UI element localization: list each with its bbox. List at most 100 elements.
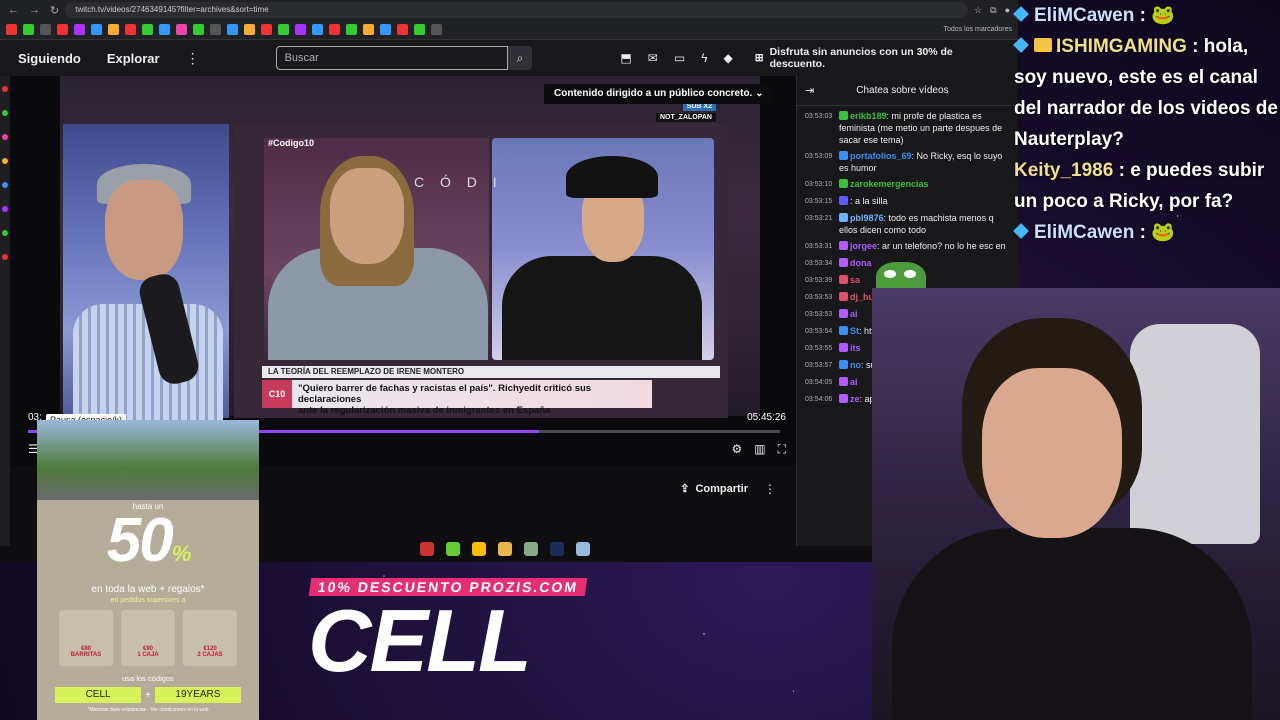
chat-username[interactable]: pbl9876	[850, 213, 884, 223]
followed-channel-avatar[interactable]	[2, 206, 8, 212]
chat-username[interactable]: St	[850, 326, 859, 336]
chat-timestamp: 03:53:31	[805, 243, 833, 250]
chat-timestamp: 03:53:53	[805, 311, 833, 318]
bookmark-icon[interactable]	[159, 24, 170, 35]
followed-channel-avatar[interactable]	[2, 182, 8, 188]
cube-badge-icon	[1013, 6, 1029, 22]
app-icon[interactable]	[524, 542, 538, 556]
more-menu-icon[interactable]: ⋮	[186, 50, 200, 67]
bookmark-icon[interactable]	[6, 24, 17, 35]
mail-icon[interactable]: ✉	[648, 51, 658, 65]
bookmark-icon[interactable]	[261, 24, 272, 35]
bookmark-icon[interactable]	[91, 24, 102, 35]
chat-timestamp: 03:53:15	[805, 198, 833, 205]
chat-username[interactable]: ze	[850, 394, 860, 404]
share-button[interactable]: ⇪ Compartir	[680, 482, 748, 496]
turbo-promo[interactable]: ⊞ Disfruta sin anuncios con un 30% de de…	[755, 46, 1000, 70]
chat-username[interactable]: portafolios_69	[850, 151, 912, 161]
reload-icon[interactable]: ↻	[50, 4, 59, 17]
bookmark-icon[interactable]	[414, 24, 425, 35]
bits-icon[interactable]: ◆	[724, 51, 733, 65]
bookmark-icon[interactable]	[74, 24, 85, 35]
chrome-icon[interactable]	[472, 542, 486, 556]
bookmark-icon[interactable]	[431, 24, 442, 35]
chat-username[interactable]: dj_hu	[850, 292, 874, 302]
chat-username[interactable]: no	[850, 360, 861, 370]
overlay-message: EliMCawen : 🐸	[1013, 217, 1280, 248]
nav-following[interactable]: Siguiendo	[18, 51, 81, 66]
overlay-username: EliMCawen	[1034, 5, 1135, 26]
nav-explore[interactable]: Explorar	[107, 51, 160, 66]
bookmark-icon[interactable]	[380, 24, 391, 35]
bookmark-icon[interactable]	[346, 24, 357, 35]
bookmark-icon[interactable]	[363, 24, 374, 35]
followed-channel-avatar[interactable]	[2, 230, 8, 236]
all-bookmarks[interactable]: Todos los marcadores	[944, 26, 1012, 33]
chat-timestamp: 03:53:09	[805, 153, 833, 160]
audience-warning[interactable]: Contenido dirigido a un público concreto…	[544, 84, 774, 104]
bookmark-icon[interactable]	[193, 24, 204, 35]
bookmark-icon[interactable]	[397, 24, 408, 35]
fullscreen-icon[interactable]: ⛶	[778, 442, 786, 457]
emote-eye	[904, 270, 916, 278]
video-player[interactable]: #Codigo10 C Ó D I LA TEORÍA DEL REEMPLAZ…	[10, 76, 796, 466]
chat-username[interactable]: dona	[850, 258, 872, 268]
followed-channel-avatar[interactable]	[2, 254, 8, 260]
search-button[interactable]: ⌕	[507, 46, 533, 70]
address-bar[interactable]: twitch.tv/videos/2746349145?filter=archi…	[65, 2, 969, 18]
photoshop-icon[interactable]	[550, 542, 564, 556]
profile-icon[interactable]: ●	[1005, 5, 1010, 16]
chat-timestamp: 03:53:55	[805, 345, 833, 352]
search-input[interactable]: Buscar	[275, 46, 508, 70]
sub-tags: SUB X2 NOT_ZALOPAN	[656, 102, 716, 122]
theatre-mode-icon[interactable]: ▥	[754, 442, 765, 457]
guest-left-shot	[264, 138, 489, 360]
bookmark-icon[interactable]	[329, 24, 340, 35]
bookmark-icon[interactable]	[176, 24, 187, 35]
chat-username[interactable]: ai	[850, 377, 858, 387]
chat-timestamp: 03:53:03	[805, 113, 833, 120]
bookmark-icon[interactable]	[210, 24, 221, 35]
chat-username[interactable]: sa	[850, 275, 860, 285]
bookmark-icon[interactable]	[295, 24, 306, 35]
more-options-icon[interactable]: ⋮	[764, 482, 776, 496]
app-icon[interactable]	[576, 542, 590, 556]
chat-username[interactable]: zarokemergencias	[850, 179, 929, 189]
bookmark-icon[interactable]	[40, 24, 51, 35]
chat-username[interactable]: erikb189	[850, 111, 887, 121]
followed-channel-avatar[interactable]	[2, 110, 8, 116]
bookmark-icon[interactable]	[57, 24, 68, 35]
collapse-chat-icon[interactable]: ⇥	[805, 84, 814, 97]
whispers-icon[interactable]: ▭	[674, 51, 685, 65]
followed-channel-avatar[interactable]	[2, 158, 8, 164]
followed-channel-avatar[interactable]	[2, 86, 8, 92]
chat-username[interactable]: ai	[850, 309, 858, 319]
bookmark-icon[interactable]	[125, 24, 136, 35]
chat-username[interactable]: jorgee	[850, 241, 877, 251]
sub-badge-icon	[839, 326, 848, 335]
app-icon[interactable]	[446, 542, 460, 556]
bookmark-icon[interactable]	[142, 24, 153, 35]
bookmark-icon[interactable]	[244, 24, 255, 35]
back-icon[interactable]: ←	[8, 4, 19, 17]
folder-icon[interactable]	[498, 542, 512, 556]
bookmark-star-icon[interactable]: ☆	[974, 5, 982, 16]
prime-icon[interactable]: ϟ	[701, 51, 707, 65]
sub-badge-icon	[839, 213, 848, 222]
bookmark-icon[interactable]	[23, 24, 34, 35]
inbox-icon[interactable]: ⬒	[620, 51, 631, 65]
sub-badge-icon	[839, 360, 848, 369]
bookmark-icon[interactable]	[108, 24, 119, 35]
obs-icon[interactable]	[420, 542, 434, 556]
stream-scene: ← → ↻ twitch.tv/videos/2746349145?filter…	[0, 0, 1280, 720]
bookmark-icon[interactable]	[227, 24, 238, 35]
followed-channel-avatar[interactable]	[2, 134, 8, 140]
chat-username[interactable]: its	[850, 343, 861, 353]
settings-icon[interactable]: ⚙	[731, 442, 742, 457]
extensions-icon[interactable]: ⧉	[990, 5, 996, 16]
show-hashtag: #Codigo10	[268, 138, 315, 148]
bookmark-icon[interactable]	[312, 24, 323, 35]
chat-message-body: : a la silla	[839, 195, 1010, 208]
bookmark-icon[interactable]	[278, 24, 289, 35]
forward-icon[interactable]: →	[29, 4, 40, 17]
